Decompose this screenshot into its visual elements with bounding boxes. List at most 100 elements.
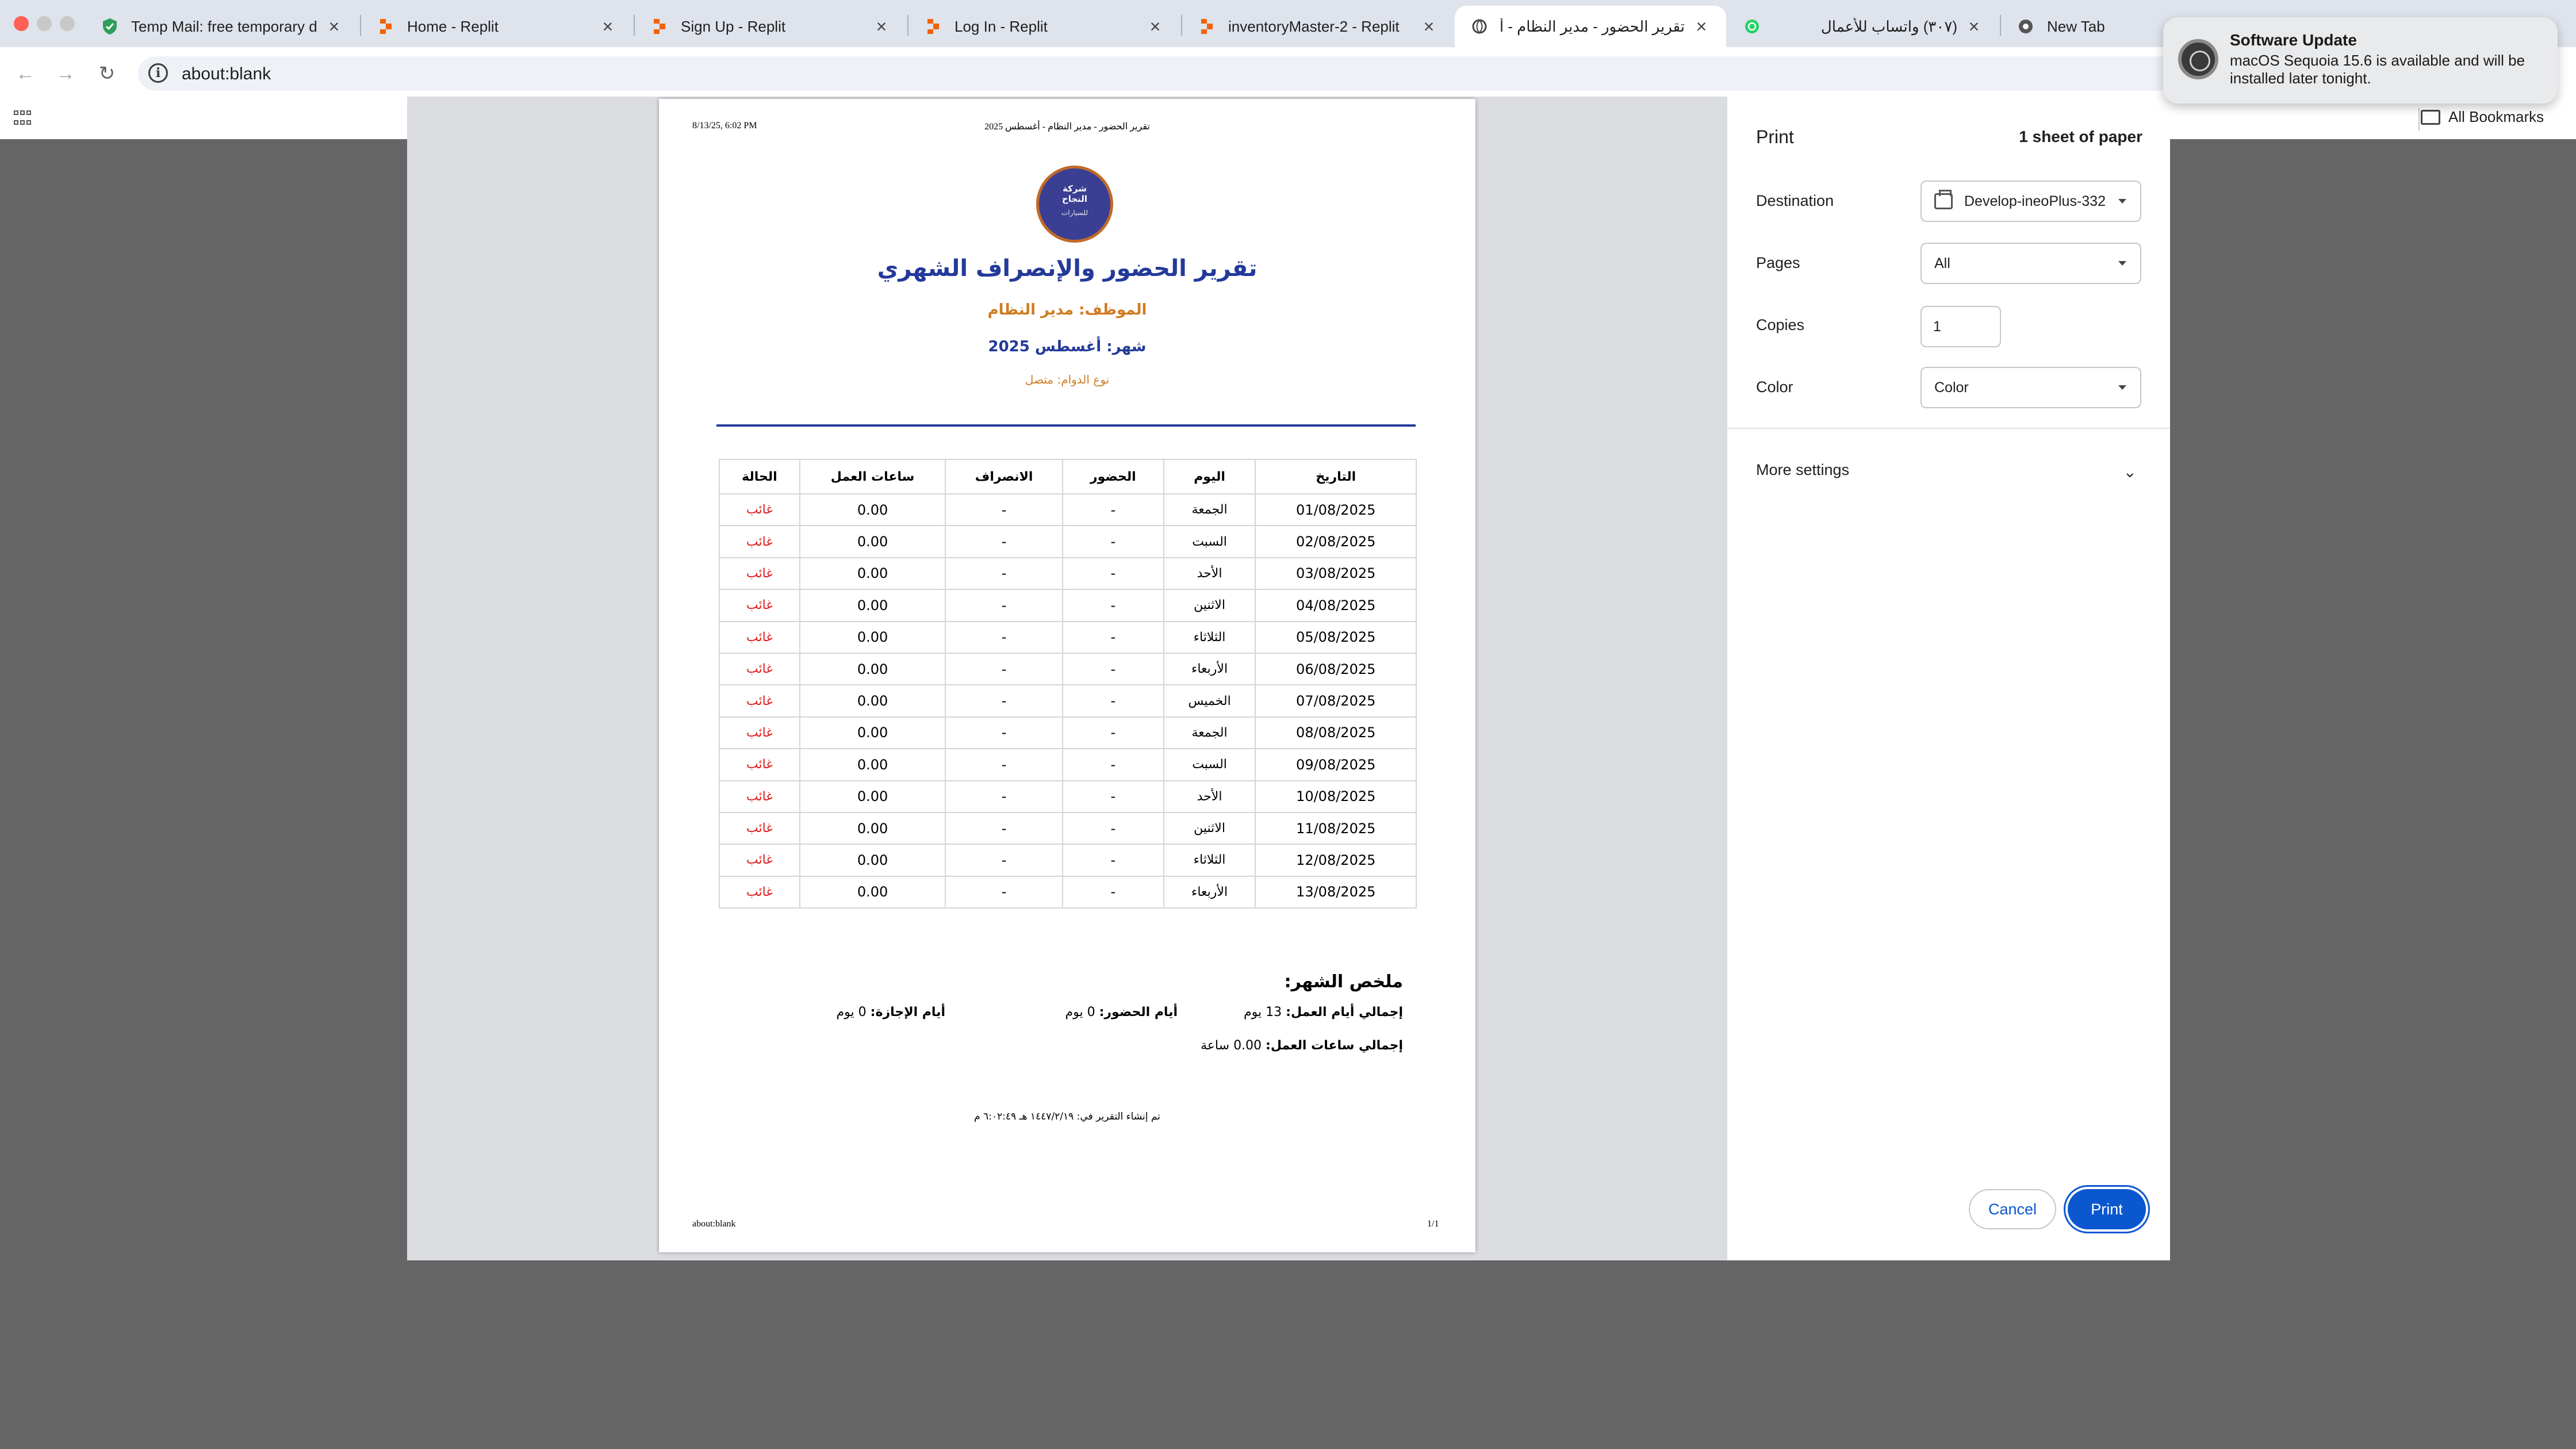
cell-status: غائب [719, 875, 800, 909]
bookmarks-divider [2418, 108, 2420, 131]
destination-select[interactable]: Develop-ineoPlus-332 [1920, 181, 2141, 222]
cell-status: غائب [719, 844, 800, 877]
cell-status: غائب [719, 493, 800, 527]
tab-new-tab[interactable]: New Tab [2001, 6, 2174, 47]
tab-attendance-report[interactable]: تقرير الحضور - مدير النظام - أغسطس × [1455, 6, 1726, 47]
chevron-down-icon[interactable]: ⌄ [2123, 462, 2137, 481]
chrome-icon [2017, 18, 2034, 35]
cell-in: - [1061, 811, 1164, 845]
cell-status: غائب [719, 811, 800, 845]
table-row: 06/08/2025 الأربعاء - -0.00 غائب [719, 652, 1417, 686]
present-days: أيام الحضور: 0 يوم [1065, 1005, 1178, 1019]
close-tab-icon[interactable]: × [599, 16, 616, 37]
cell-out: - [945, 748, 1063, 781]
tab-temp-mail[interactable]: Temp Mail: free temporary dis × [85, 6, 359, 47]
copies-label: Copies [1756, 316, 1805, 334]
zoom-window-button[interactable] [60, 16, 75, 31]
close-tab-icon[interactable]: × [873, 16, 890, 37]
cell-date: 10/08/2025 [1255, 780, 1417, 813]
cell-hours: 0.00 [799, 780, 946, 813]
cell-out: - [945, 875, 1063, 909]
tab-label: inventoryMaster-2 - Replit [1228, 17, 1400, 35]
url-text: about:blank [182, 64, 271, 83]
table-row: 11/08/2025 الاثنين - -0.00 غائب [719, 811, 1417, 845]
tab-login-replit[interactable]: Log In - Replit × [908, 6, 1180, 47]
cell-day: الأربعاء [1163, 652, 1256, 686]
cell-day: الجمعة [1163, 493, 1256, 527]
replit-icon [1198, 18, 1216, 35]
table-row: 10/08/2025 الأحد - -0.00 غائب [719, 780, 1417, 813]
table-row: 01/08/2025 الجمعة - -0.00 غائب [719, 493, 1417, 527]
replit-icon [925, 18, 942, 35]
tab-home-replit[interactable]: Home - Replit × [361, 6, 632, 47]
pages-label: Pages [1756, 254, 1800, 271]
cell-date: 06/08/2025 [1255, 652, 1417, 686]
cell-out: - [945, 844, 1063, 877]
close-tab-icon[interactable]: × [1965, 16, 1983, 37]
globe-icon [1471, 18, 1488, 35]
close-tab-icon[interactable]: × [1693, 16, 1710, 37]
cell-day: الأربعاء [1163, 875, 1256, 909]
apps-grid-icon[interactable] [14, 110, 31, 128]
cell-out: - [945, 684, 1063, 718]
print-button[interactable]: Print [2068, 1189, 2146, 1229]
cell-status: غائب [719, 652, 800, 686]
tab-label: Sign Up - Replit [681, 17, 786, 35]
color-select[interactable]: Color [1920, 367, 2141, 408]
cell-in: - [1061, 875, 1164, 909]
tab-label: Temp Mail: free temporary dis [131, 17, 317, 35]
report-month: شهر: أغسطس 2025 [988, 338, 1147, 355]
back-arrow-icon[interactable]: ← [13, 61, 38, 86]
close-window-button[interactable] [14, 16, 29, 31]
table-row: 03/08/2025 الأحد - -0.00 غائب [719, 557, 1417, 591]
settings-divider [1727, 428, 2170, 429]
report-shift-type: نوع الدوام: متصل [1025, 373, 1110, 386]
sheet-count: 1 sheet of paper [2019, 128, 2142, 145]
print-dialog: 8/13/25, 6:02 PM تقرير الحضور - مدير الن… [407, 97, 2170, 1260]
tab-whatsapp-business[interactable]: (٣٠٧) واتساب للأعمال × [1727, 6, 1999, 47]
cell-in: - [1061, 589, 1164, 622]
cell-status: غائب [719, 780, 800, 813]
cell-date: 13/08/2025 [1255, 875, 1417, 909]
total-work-days: إجمالي أيام العمل: 13 يوم [1244, 1005, 1403, 1019]
logo-line-1: شركة [1063, 183, 1087, 194]
forward-arrow-icon[interactable]: → [53, 61, 78, 86]
color-value: Color [1934, 379, 1969, 396]
cell-hours: 0.00 [799, 748, 946, 781]
copies-input[interactable]: 1 [1920, 306, 2001, 347]
cell-status: غائب [719, 748, 800, 781]
address-bar[interactable]: i about:blank [138, 56, 2507, 91]
tab-inventory-master[interactable]: inventoryMaster-2 - Replit × [1182, 6, 1454, 47]
tab-signup-replit[interactable]: Sign Up - Replit × [635, 6, 906, 47]
software-update-notification[interactable]: Software Update macOS Sequoia 15.6 is av… [2163, 17, 2558, 103]
close-tab-icon[interactable]: × [1147, 16, 1164, 37]
cell-in: - [1061, 684, 1164, 718]
close-tab-icon[interactable]: × [325, 16, 343, 37]
cell-hours: 0.00 [799, 557, 946, 591]
close-tab-icon[interactable]: × [1420, 16, 1438, 37]
cancel-button[interactable]: Cancel [1969, 1189, 2056, 1229]
cell-status: غائب [719, 557, 800, 591]
column-header: اليوم [1163, 459, 1256, 494]
pages-select[interactable]: All [1920, 243, 2141, 284]
system-settings-icon [2178, 39, 2218, 79]
site-info-icon[interactable]: i [148, 63, 168, 83]
reload-icon[interactable]: ↻ [94, 61, 120, 86]
replit-icon [377, 18, 394, 35]
minimize-window-button[interactable] [37, 16, 52, 31]
cell-day: الثلاثاء [1163, 844, 1256, 877]
more-settings-toggle[interactable]: More settings [1756, 461, 2141, 479]
cell-out: - [945, 652, 1063, 686]
cell-hours: 0.00 [799, 716, 946, 750]
print-settings-panel: Print 1 sheet of paper Destination Devel… [1727, 97, 2170, 1260]
table-row: 09/08/2025 السبت - -0.00 غائب [719, 748, 1417, 781]
cell-hours: 0.00 [799, 875, 946, 909]
all-bookmarks-button[interactable]: All Bookmarks [2421, 108, 2544, 126]
table-row: 05/08/2025 الثلاثاء - -0.00 غائب [719, 620, 1417, 654]
cell-out: - [945, 716, 1063, 750]
cell-in: - [1061, 620, 1164, 654]
cell-day: السبت [1163, 525, 1256, 558]
table-row: 12/08/2025 الثلاثاء - -0.00 غائب [719, 844, 1417, 877]
cell-out: - [945, 780, 1063, 813]
cell-date: 03/08/2025 [1255, 557, 1417, 591]
